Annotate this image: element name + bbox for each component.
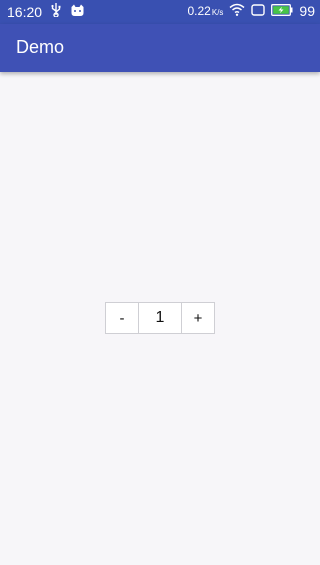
- status-bar: 16:20 0.22K/s 99: [0, 0, 320, 24]
- app-bar: Demo: [0, 24, 320, 72]
- battery-icon: [271, 3, 293, 19]
- quantity-value: 1: [155, 309, 165, 326]
- status-left-group: 16:20: [7, 3, 85, 20]
- status-time: 16:20: [7, 3, 43, 20]
- network-speed-value: 0.22: [187, 4, 211, 18]
- status-right-group: 0.22K/s 99: [188, 3, 316, 19]
- sim-icon: [251, 3, 266, 19]
- wifi-icon: [229, 3, 245, 19]
- battery-level: 99: [299, 3, 315, 19]
- network-speed-unit: K/s: [211, 8, 224, 17]
- increment-button[interactable]: +: [181, 303, 214, 333]
- cat-icon: [70, 4, 85, 20]
- app-title: Demo: [16, 37, 65, 57]
- network-speed: 0.22K/s: [188, 4, 224, 18]
- quantity-stepper: - 1 +: [105, 302, 215, 334]
- decrement-button[interactable]: -: [106, 303, 139, 333]
- usb-icon: [51, 3, 61, 20]
